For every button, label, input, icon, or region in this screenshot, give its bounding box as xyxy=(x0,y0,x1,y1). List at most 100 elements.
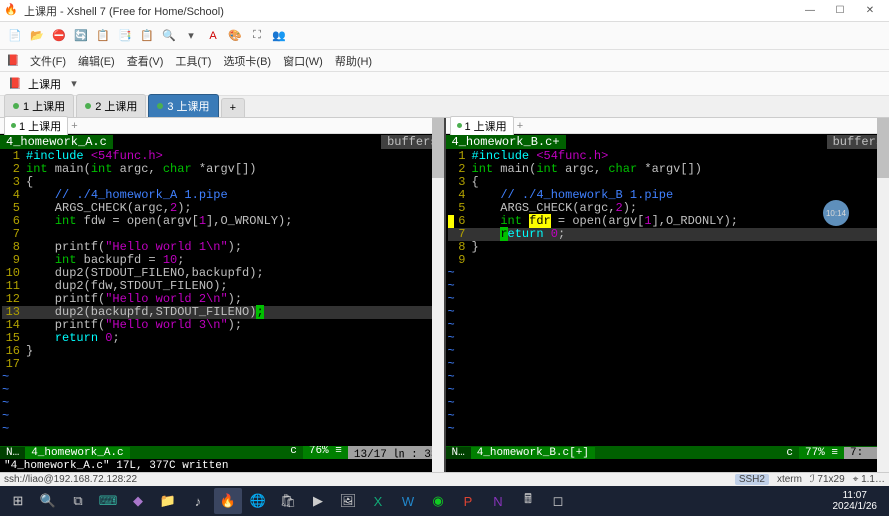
reconnect-icon[interactable]: 🔄 xyxy=(72,27,90,45)
left-editor[interactable]: 1#include <54func.h>2int main(int argc, … xyxy=(0,150,444,446)
right-cmdline xyxy=(446,459,889,472)
term-type: xterm xyxy=(777,474,802,485)
session-tab-2[interactable]: 3 上课用 xyxy=(148,94,218,117)
color-icon[interactable]: 🎨 xyxy=(226,27,244,45)
store-icon[interactable]: 🛍 xyxy=(274,488,302,514)
right-scrollbar[interactable] xyxy=(877,118,889,472)
people-icon[interactable]: 👥 xyxy=(270,27,288,45)
maximize-button[interactable]: ☐ xyxy=(825,0,855,22)
excel-icon[interactable]: X xyxy=(364,488,392,514)
paste-icon[interactable]: 📋 xyxy=(138,27,156,45)
left-file-tab[interactable]: 4_homework_A.c xyxy=(0,135,113,149)
term-size: ℐ 71x29 xyxy=(810,474,845,485)
status-dot-icon xyxy=(157,103,163,109)
explorer-icon[interactable]: 📁 xyxy=(154,488,182,514)
right-file-tabbar: 4_homework_B.c+ buffers xyxy=(446,134,889,150)
left-inner-tab[interactable]: 1 上课用 xyxy=(4,116,68,136)
left-status-bar: N… 4_homework_A.c c 76% ≡ 13/17 ㏑ : 33 xyxy=(0,446,444,459)
session-tab-bar: 1 上课用2 上课用3 上课用 + xyxy=(0,96,889,118)
left-inner-newtab[interactable]: + xyxy=(71,120,77,132)
font-icon[interactable]: A xyxy=(204,27,222,45)
connection-info: ssh://liao@192.168.72.128:22 xyxy=(4,474,735,485)
vs-icon[interactable]: ◆ xyxy=(124,488,152,514)
code-line: 6 int fdr = open(argv[1],O_RDONLY); xyxy=(448,215,888,228)
right-editor[interactable]: 1#include <54func.h>2int main(int argc, … xyxy=(446,150,889,446)
code-line: 15 return 0; xyxy=(2,332,442,345)
xshell-icon[interactable]: 🔥 xyxy=(214,488,242,514)
code-line: 16} xyxy=(2,345,442,358)
status-dot-icon xyxy=(85,103,91,109)
left-inner-tabbar: 1 上课用 + xyxy=(0,118,444,134)
new-session-icon[interactable]: 📄 xyxy=(6,27,24,45)
app-status-bar: ssh://liao@192.168.72.128:22 SSH2 xterm … xyxy=(0,472,889,486)
onenote-icon[interactable]: N xyxy=(484,488,512,514)
menu-app-icon[interactable]: 📕 xyxy=(4,52,22,70)
disconnect-icon[interactable]: ⛔ xyxy=(50,27,68,45)
app-icon: 🔥 xyxy=(4,3,20,19)
code-line: 9 xyxy=(448,254,888,267)
menu-bar: 📕 文件(F)编辑(E)查看(V)工具(T)选项卡(B)窗口(W)帮助(H) xyxy=(0,50,889,72)
search-icon[interactable]: 🔍 xyxy=(160,27,178,45)
music-icon[interactable]: ♪ xyxy=(184,488,212,514)
term-other: ⌖ 1.1… xyxy=(853,474,885,485)
right-inner-newtab[interactable]: + xyxy=(517,120,523,132)
open-icon[interactable]: 📂 xyxy=(28,27,46,45)
menu-0[interactable]: 文件(F) xyxy=(24,51,72,71)
app-icon[interactable]: ◻ xyxy=(544,488,572,514)
calc-icon[interactable]: 🖩 xyxy=(514,488,542,514)
window-title: 上课用 - Xshell 7 (Free for Home/School) xyxy=(24,3,795,19)
ppt-icon[interactable]: P xyxy=(454,488,482,514)
minimize-button[interactable]: — xyxy=(795,0,825,22)
session-tab-0[interactable]: 1 上课用 xyxy=(4,94,74,117)
right-pane: 1 上课用 + 4_homework_B.c+ buffers 1#includ… xyxy=(444,118,889,472)
wechat-icon[interactable]: ◉ xyxy=(424,488,452,514)
status-dot-icon xyxy=(13,103,19,109)
menu-1[interactable]: 编辑(E) xyxy=(72,51,121,71)
session-tab-1[interactable]: 2 上课用 xyxy=(76,94,146,117)
copy-icon[interactable]: 📑 xyxy=(116,27,134,45)
tb2-label: 上课用 xyxy=(28,76,61,92)
menu-6[interactable]: 帮助(H) xyxy=(329,51,378,71)
code-line: 17 xyxy=(2,358,442,371)
title-bar: 🔥 上课用 - Xshell 7 (Free for Home/School) … xyxy=(0,0,889,22)
menu-2[interactable]: 查看(V) xyxy=(121,51,170,71)
split-container: 1 上课用 + 4_homework_A.c buffers 1#include… xyxy=(0,118,889,472)
tb2-home-icon[interactable]: 📕 xyxy=(6,75,24,93)
left-cmdline: "4_homework_A.c" 17L, 377C written xyxy=(0,459,444,472)
search-button[interactable]: 🔍 xyxy=(34,488,62,514)
toolbar-main: 📄 📂 ⛔ 🔄 📋 📑 📋 🔍 ▾ A 🎨 ⛶ 👥 xyxy=(0,22,889,50)
right-status-bar: N… 4_homework_B.c[+] c 77% ≡ 7: 5 xyxy=(446,446,889,459)
properties-icon[interactable]: 📋 xyxy=(94,27,112,45)
right-file-tab[interactable]: 4_homework_B.c+ xyxy=(446,135,566,149)
taskview-button[interactable]: ⧉ xyxy=(64,488,92,514)
photos-icon[interactable]: 🖼 xyxy=(334,488,362,514)
menu-4[interactable]: 选项卡(B) xyxy=(217,51,277,71)
video-icon[interactable]: ▶ xyxy=(304,488,332,514)
fullscreen-icon[interactable]: ⛶ xyxy=(248,27,266,45)
code-line: 7 return 0; xyxy=(448,228,888,241)
ssh-badge: SSH2 xyxy=(735,474,769,485)
vscode-icon[interactable]: ⌨ xyxy=(94,488,122,514)
toolbar-secondary: 📕 上课用 ▾ xyxy=(0,72,889,96)
code-line: 2int main(int argc, char *argv[]) xyxy=(2,163,442,176)
tb2-dropdown-icon[interactable]: ▾ xyxy=(65,75,83,93)
word-icon[interactable]: W xyxy=(394,488,422,514)
new-tab-button[interactable]: + xyxy=(221,98,245,117)
clock-overlay-badge: 10:14 xyxy=(823,200,849,226)
status-dot-icon xyxy=(457,123,462,128)
left-file-tabbar: 4_homework_A.c buffers xyxy=(0,134,444,150)
taskbar-clock[interactable]: 11:07 2024/1/26 xyxy=(825,490,886,512)
start-button[interactable]: ⊞ xyxy=(4,488,32,514)
left-pane: 1 上课用 + 4_homework_A.c buffers 1#include… xyxy=(0,118,444,472)
left-scrollbar[interactable] xyxy=(432,118,444,472)
edge-icon[interactable]: 🌐 xyxy=(244,488,272,514)
close-button[interactable]: ✕ xyxy=(855,0,885,22)
code-line: 6 int fdw = open(argv[1],O_WRONLY); xyxy=(2,215,442,228)
status-dot-icon xyxy=(11,123,16,128)
menu-5[interactable]: 窗口(W) xyxy=(277,51,329,71)
menu-3[interactable]: 工具(T) xyxy=(169,51,217,71)
windows-taskbar: ⊞ 🔍 ⧉ ⌨ ◆ 📁 ♪ 🔥 🌐 🛍 ▶ 🖼 X W ◉ P N 🖩 ◻ 11… xyxy=(0,486,889,516)
more-icon[interactable]: ▾ xyxy=(182,27,200,45)
right-inner-tab[interactable]: 1 上课用 xyxy=(450,116,514,136)
code-line: 8} xyxy=(448,241,888,254)
